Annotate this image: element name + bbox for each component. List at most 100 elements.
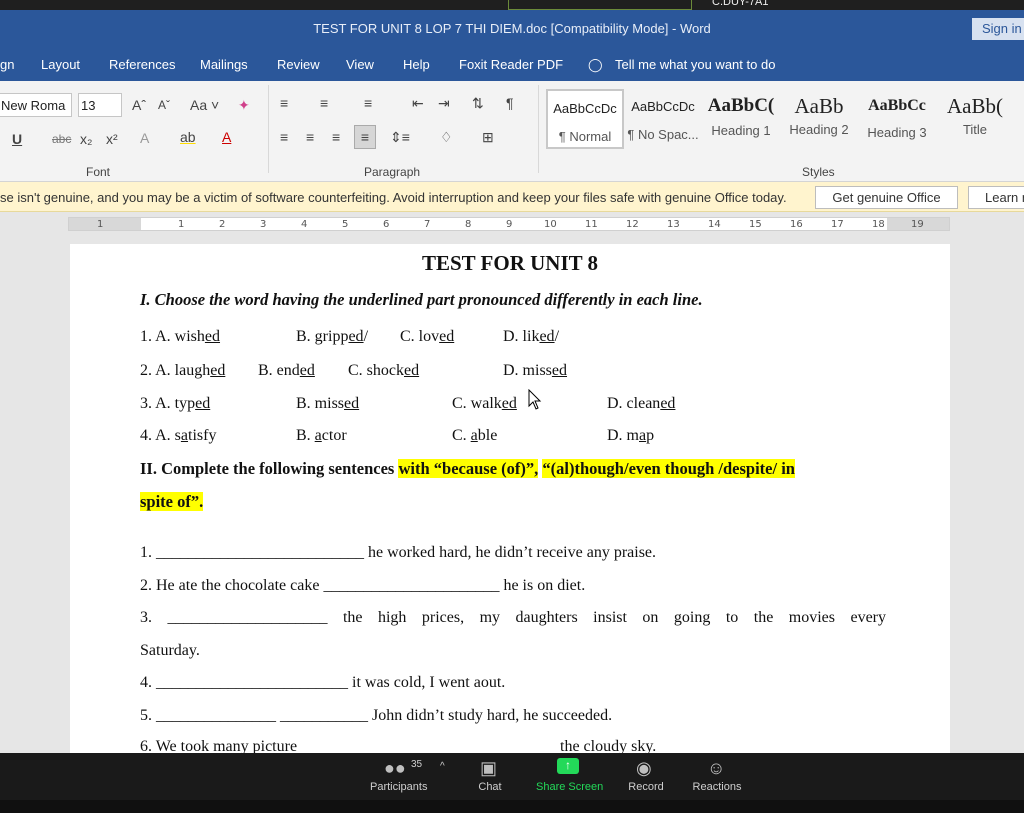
question-3-option-d: D. cleaned [607, 395, 676, 412]
ruler-label: 14 [708, 219, 721, 230]
sentence-6-end: the cloudy sky. [560, 738, 657, 753]
ruler-label: 12 [626, 219, 639, 230]
get-genuine-office-button[interactable]: Get genuine Office [815, 186, 958, 209]
style-name: Heading 3 [867, 125, 927, 140]
line-spacing-icon[interactable]: ⇕≡ [390, 129, 410, 146]
style-heading-2[interactable]: AaBb Heading 2 [780, 89, 858, 149]
highlight-color-icon[interactable]: ab [180, 129, 196, 145]
title-bar: TEST FOR UNIT 8 LOP 7 THI DIEM.doc [Comp… [0, 10, 1024, 48]
question-1-option-c: C. loved [400, 328, 455, 345]
font-size-box[interactable]: 13 [78, 93, 122, 117]
horizontal-ruler[interactable]: 1 1 2 3 4 5 6 7 8 9 10 11 12 13 14 15 16… [68, 217, 950, 231]
font-color-icon[interactable]: A [222, 129, 231, 145]
style-heading-3[interactable]: AaBbCc Heading 3 [858, 89, 936, 149]
ruler-label: 13 [667, 219, 680, 230]
ruler-label: 9 [506, 219, 513, 230]
learn-more-button[interactable]: Learn m [968, 186, 1024, 209]
document-page[interactable]: TEST FOR UNIT 8 I. Choose the word havin… [70, 244, 950, 753]
clear-formatting-icon[interactable]: ✦ [238, 97, 250, 114]
sentence-3: 3. ____________________ the high prices,… [140, 609, 886, 626]
tab-design[interactable]: gn [0, 57, 14, 72]
style-heading-1[interactable]: AaBbC( Heading 1 [702, 89, 780, 149]
tab-foxit-reader-pdf[interactable]: Foxit Reader PDF [459, 57, 563, 72]
ribbon: New Roma 13 Aˆ Aˇ Aa ˅ ✦ U abc x₂ x² A a… [0, 81, 1024, 182]
chat-icon[interactable]: ▣ [480, 758, 497, 779]
align-right-icon[interactable]: ≡ [332, 129, 340, 145]
ruler-label: 5 [342, 219, 349, 230]
superscript-icon[interactable]: x² [106, 131, 118, 147]
tab-review[interactable]: Review [277, 57, 320, 72]
styles-group-label: Styles [802, 165, 835, 179]
tell-me-search[interactable]: Tell me what you want to do [615, 57, 775, 72]
ruler-margin-left [69, 218, 141, 230]
shrink-font-icon[interactable]: Aˇ [158, 98, 170, 112]
divider [268, 85, 269, 173]
participant-count: 35 [411, 759, 423, 770]
question-1-option-d: D. liked/ [503, 328, 560, 345]
multilevel-list-icon[interactable]: ≡ [364, 95, 372, 111]
align-left-icon[interactable]: ≡ [280, 129, 288, 145]
subscript-icon[interactable]: x₂ [80, 131, 92, 147]
increase-indent-icon[interactable]: ⇥ [438, 95, 450, 112]
question-4-option-c: C. able [452, 427, 498, 444]
chat-label[interactable]: Chat [473, 781, 507, 793]
style-preview: AaBbC( [707, 95, 775, 116]
reactions-label[interactable]: Reactions [692, 781, 742, 793]
text-effects-icon[interactable]: A [140, 130, 149, 146]
ruler-label: 7 [424, 219, 431, 230]
question-3-option-b: B. missed [296, 395, 360, 412]
tab-layout[interactable]: Layout [41, 57, 80, 72]
sign-in-button[interactable]: Sign in [972, 18, 1024, 40]
participants-label[interactable]: Participants [370, 781, 427, 793]
justify-icon[interactable]: ≡ [354, 125, 376, 149]
participants-icon[interactable]: ●● [384, 758, 406, 779]
ruler-label: 11 [585, 219, 598, 230]
tab-references[interactable]: References [109, 57, 175, 72]
ruler-label: 19 [911, 219, 924, 230]
tab-mailings[interactable]: Mailings [200, 57, 248, 72]
ruler-label: 16 [790, 219, 803, 230]
question-1-option-b: B. gripped/ [296, 328, 369, 345]
style-preview: AaBbCcDc [631, 99, 695, 114]
paragraph-group-label: Paragraph [364, 165, 421, 179]
record-icon[interactable]: ◉ [636, 758, 652, 779]
shading-icon[interactable]: ♢ [440, 129, 453, 146]
ruler-label: 6 [383, 219, 390, 230]
question-2-option-c: C. shocked [348, 362, 420, 379]
record-label[interactable]: Record [626, 781, 666, 793]
bullets-icon[interactable]: ≡ [280, 95, 288, 111]
share-screen-icon[interactable]: ↑ [557, 758, 579, 774]
style-preview: AaBb [794, 94, 844, 118]
share-screen-label[interactable]: Share Screen [536, 781, 603, 793]
tab-view[interactable]: View [346, 57, 374, 72]
tab-help[interactable]: Help [403, 57, 430, 72]
chevron-up-icon[interactable]: ^ [440, 761, 445, 772]
borders-icon[interactable]: ⊞ [482, 129, 494, 146]
ruler-label: 17 [831, 219, 844, 230]
show-formatting-icon[interactable]: ¶ [506, 95, 514, 111]
ruler-label: 1 [178, 219, 185, 230]
align-center-icon[interactable]: ≡ [306, 129, 314, 145]
question-2-option-b: B. ended [258, 362, 315, 379]
sentence-2: 2. He ate the chocolate cake ___________… [140, 577, 586, 594]
change-case-icon[interactable]: Aa ˅ [190, 97, 219, 113]
reactions-icon[interactable]: ☺ [707, 758, 725, 779]
sort-icon[interactable]: ⇅ [472, 95, 484, 112]
ribbon-tabs: gn Layout References Mailings Review Vie… [0, 48, 1024, 81]
underline-icon[interactable]: U [12, 131, 22, 147]
font-name-box[interactable]: New Roma [0, 93, 72, 117]
numbering-icon[interactable]: ≡ [320, 95, 328, 111]
style-preview: AaBbCc [868, 97, 926, 114]
style-normal[interactable]: AaBbCcDc ¶ Normal [546, 89, 624, 149]
strikethrough-icon[interactable]: abc [52, 132, 71, 146]
grow-font-icon[interactable]: Aˆ [132, 97, 146, 113]
section-2-instruction: II. Complete the following sentences wit… [140, 459, 795, 478]
ruler-label: 1 [97, 219, 104, 230]
question-4-option-a: 4. A. satisfy [140, 427, 217, 444]
decrease-indent-icon[interactable]: ⇤ [412, 95, 424, 112]
style-no-spacing[interactable]: AaBbCcDc ¶ No Spac... [624, 89, 702, 149]
document-heading: TEST FOR UNIT 8 [421, 251, 599, 275]
question-1-option-a: 1. A. wished [140, 328, 221, 345]
style-title[interactable]: AaBb( Title [936, 89, 1014, 149]
style-preview: AaBb( [947, 94, 1003, 118]
